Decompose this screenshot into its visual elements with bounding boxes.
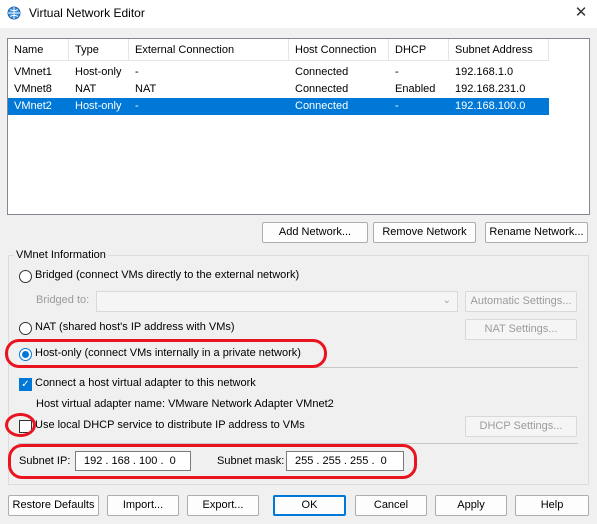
subnet-mask-label: Subnet mask: (217, 455, 285, 467)
nat-radio[interactable] (19, 322, 32, 335)
cell-dhcp: Enabled (395, 83, 436, 95)
column-header-dhcp[interactable]: DHCP (389, 39, 449, 61)
connect-adapter-label[interactable]: Connect a host virtual adapter to this n… (35, 377, 256, 389)
subnet-ip-field[interactable]: 192 . 168 . 100 . 0 (75, 451, 191, 471)
bridged-to-label: Bridged to: (36, 294, 90, 306)
cell-type: NAT (75, 83, 97, 95)
separator (18, 367, 578, 368)
add-network-button[interactable]: Add Network... (262, 222, 368, 243)
cancel-button[interactable]: Cancel (355, 495, 427, 516)
network-list[interactable]: Name Type External Connection Host Conne… (7, 38, 590, 215)
adapter-name-label: Host virtual adapter name: VMware Networ… (36, 398, 334, 410)
vmnet-info-label: VMnet Information (14, 249, 108, 261)
window-title: Virtual Network Editor (29, 6, 145, 20)
host-only-radio[interactable] (19, 348, 32, 361)
title-bar: Virtual Network Editor ✕ (0, 0, 597, 28)
column-header-subnet[interactable]: Subnet Address (449, 39, 549, 61)
automatic-settings-button[interactable]: Automatic Settings... (465, 291, 577, 312)
connect-adapter-checkbox[interactable]: ✓ (19, 378, 32, 391)
ok-button[interactable]: OK (273, 495, 346, 516)
cell-dhcp: - (395, 100, 399, 112)
cell-subnet: 192.168.231.0 (455, 83, 526, 95)
cell-type: Host-only (75, 100, 122, 112)
bridged-to-dropdown[interactable]: ⌄ (96, 291, 458, 312)
dhcp-label[interactable]: Use local DHCP service to distribute IP … (35, 419, 305, 431)
dhcp-settings-button[interactable]: DHCP Settings... (465, 416, 577, 437)
table-row[interactable]: VMnet1 Host-only - Connected - 192.168.1… (8, 64, 549, 81)
host-only-label[interactable]: Host-only (connect VMs internally in a p… (35, 347, 301, 359)
subnet-ip-label: Subnet IP: (19, 455, 71, 467)
nat-settings-button[interactable]: NAT Settings... (465, 319, 577, 340)
import-button[interactable]: Import... (107, 495, 179, 516)
dhcp-checkbox[interactable] (19, 420, 32, 433)
cell-name: VMnet2 (14, 100, 52, 112)
table-row-selected[interactable]: VMnet2 Host-only - Connected - 192.168.1… (8, 98, 549, 115)
cell-host: Connected (295, 100, 349, 112)
export-button[interactable]: Export... (187, 495, 259, 516)
remove-network-button[interactable]: Remove Network (373, 222, 476, 243)
bridged-label[interactable]: Bridged (connect VMs directly to the ext… (35, 269, 299, 281)
nat-label[interactable]: NAT (shared host's IP address with VMs) (35, 321, 235, 333)
column-header-type[interactable]: Type (69, 39, 129, 61)
cell-host: Connected (295, 66, 349, 78)
list-header: Name Type External Connection Host Conne… (8, 39, 549, 61)
globe-network-icon (7, 6, 21, 20)
cell-subnet: 192.168.100.0 (455, 100, 526, 112)
cell-host: Connected (295, 83, 349, 95)
bridged-radio[interactable] (19, 270, 32, 283)
cell-external: NAT (135, 83, 157, 95)
separator (18, 443, 578, 444)
cell-name: VMnet8 (14, 83, 52, 95)
cell-external: - (135, 100, 139, 112)
cell-subnet: 192.168.1.0 (455, 66, 514, 78)
cell-type: Host-only (75, 66, 122, 78)
cell-external: - (135, 66, 139, 78)
subnet-mask-field[interactable]: 255 . 255 . 255 . 0 (286, 451, 404, 471)
close-icon[interactable]: ✕ (568, 2, 594, 24)
apply-button[interactable]: Apply (435, 495, 507, 516)
cell-name: VMnet1 (14, 66, 52, 78)
rename-network-button[interactable]: Rename Network... (485, 222, 588, 243)
column-header-host[interactable]: Host Connection (289, 39, 389, 61)
column-header-name[interactable]: Name (8, 39, 69, 61)
table-row[interactable]: VMnet8 NAT NAT Connected Enabled 192.168… (8, 81, 549, 98)
cell-dhcp: - (395, 66, 399, 78)
chevron-down-icon: ⌄ (442, 295, 451, 306)
help-button[interactable]: Help (515, 495, 589, 516)
restore-defaults-button[interactable]: Restore Defaults (8, 495, 99, 516)
column-header-external[interactable]: External Connection (129, 39, 289, 61)
